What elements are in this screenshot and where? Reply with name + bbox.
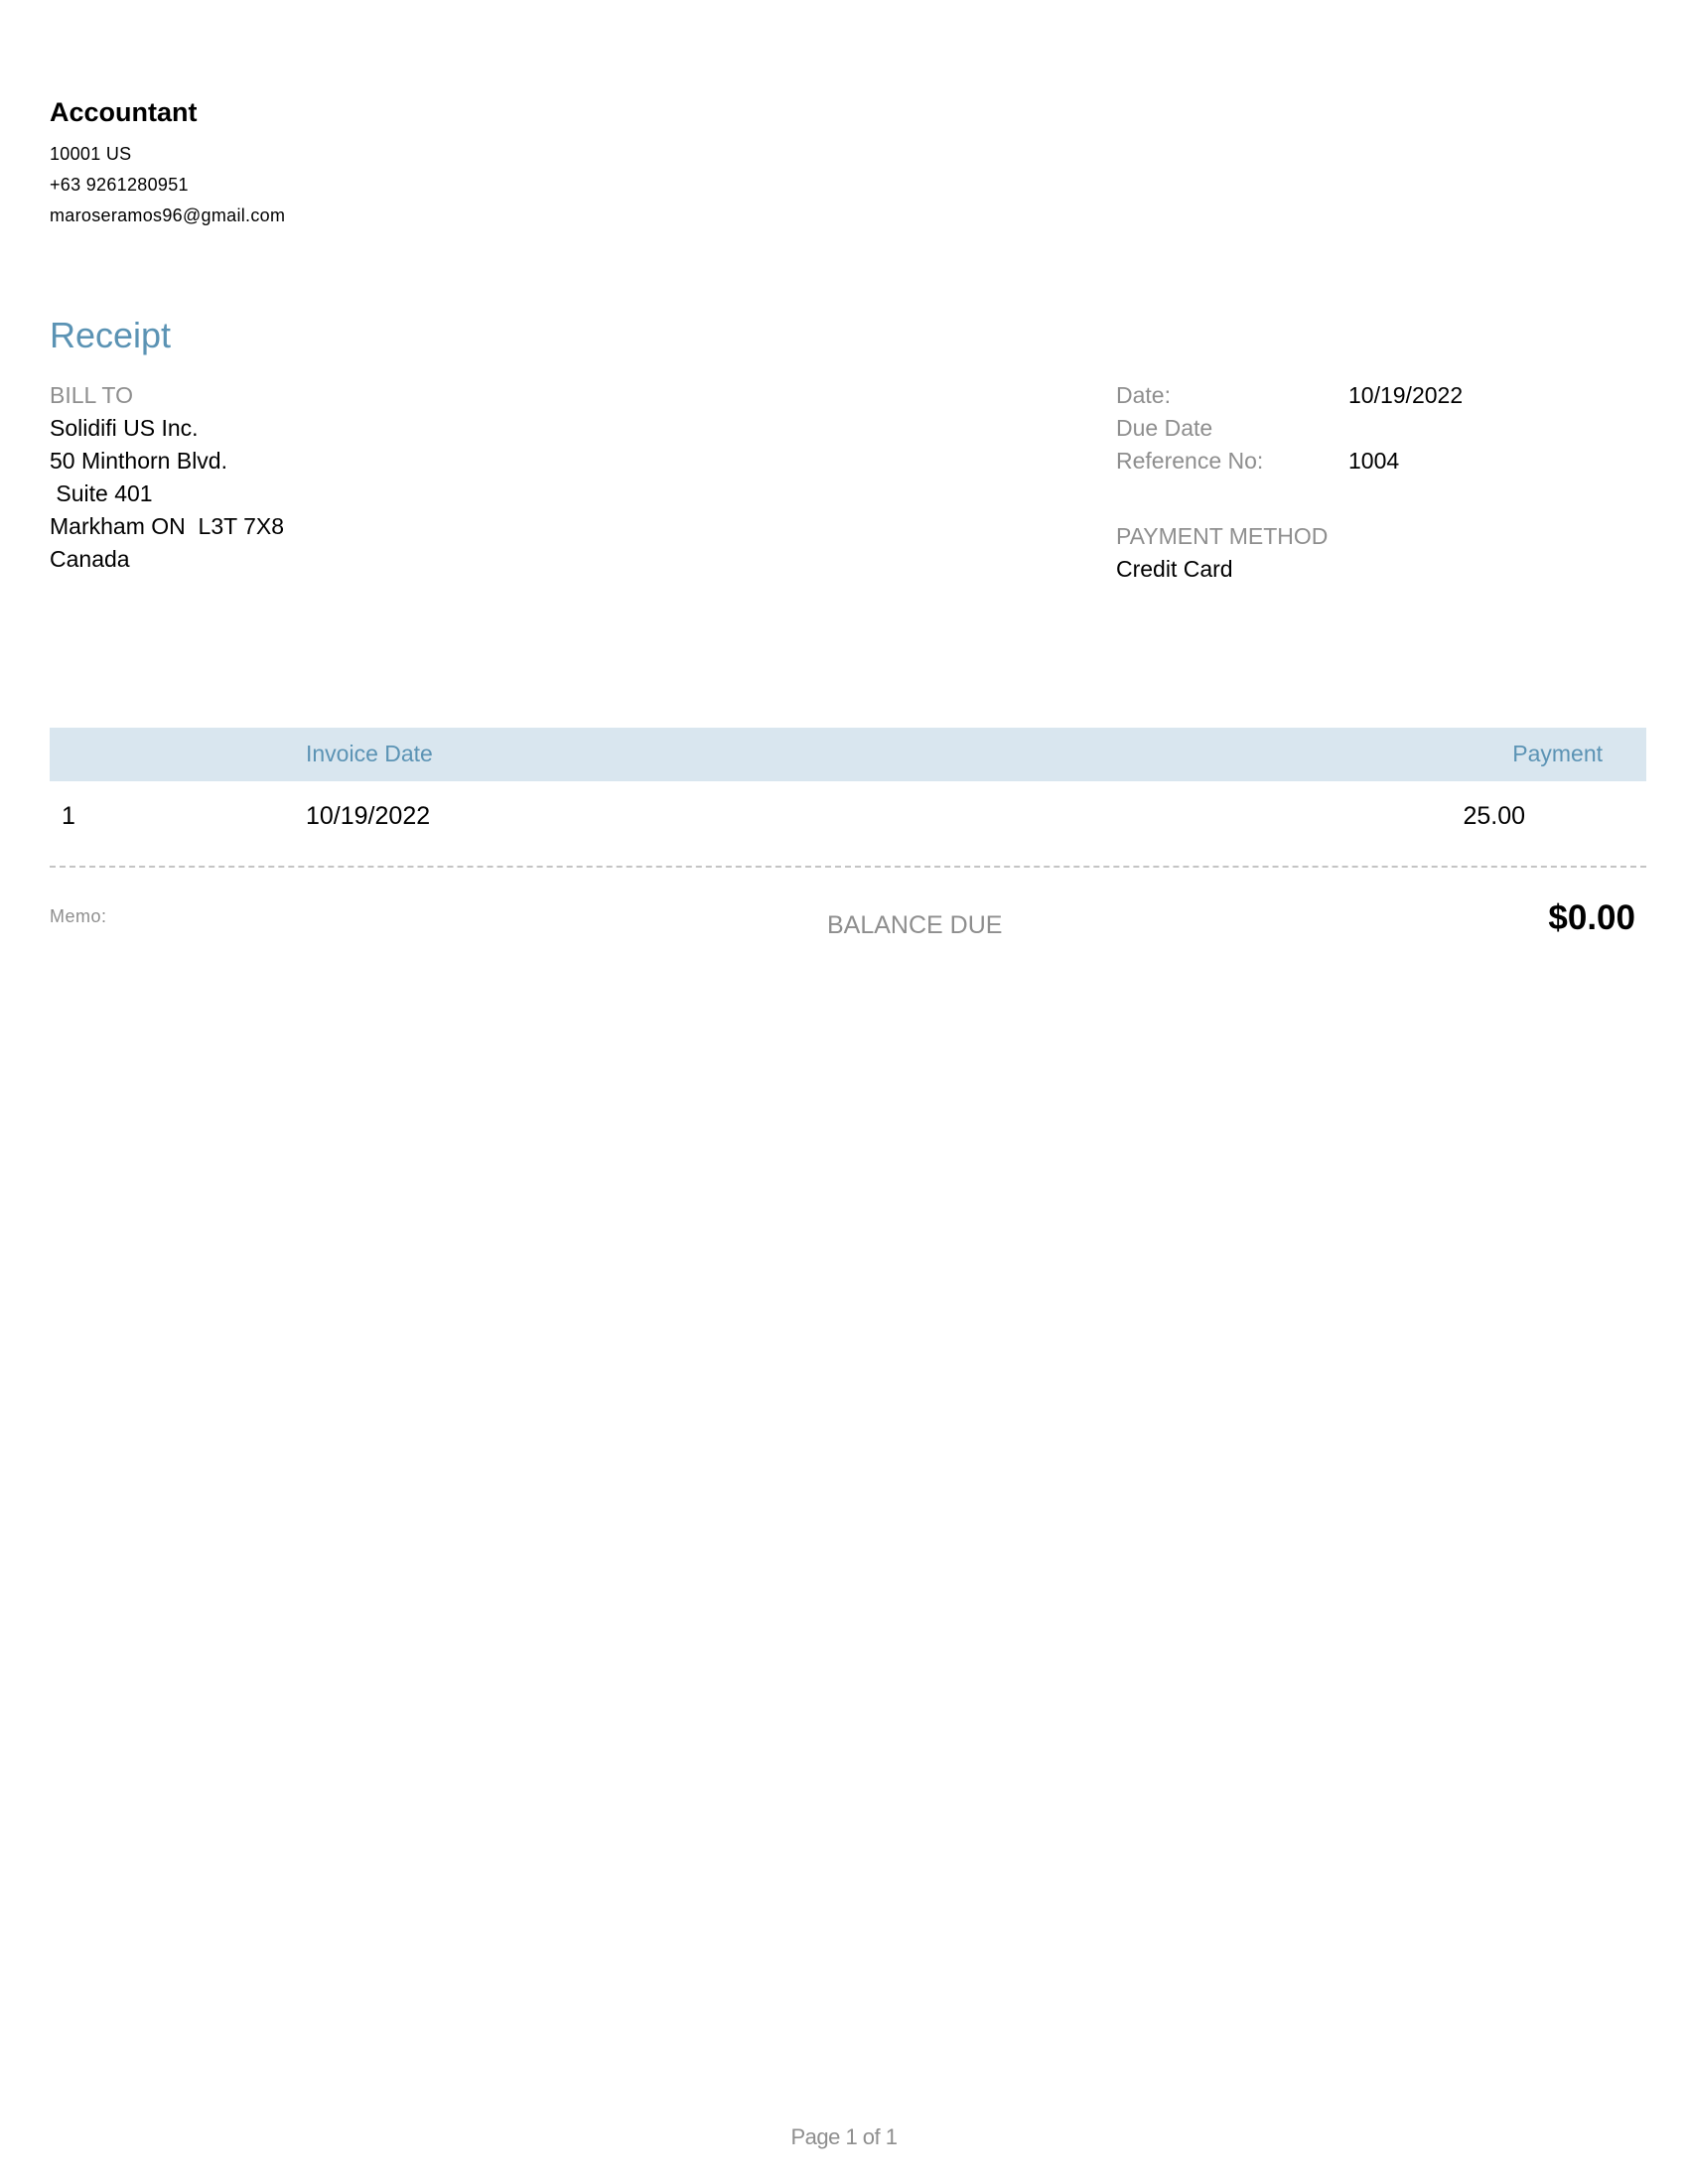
memo-label: Memo: xyxy=(50,906,107,926)
column-header-invoice-date: Invoice Date xyxy=(306,741,433,766)
bill-to-label: BILL TO xyxy=(50,382,133,408)
balance-due-value: $0.00 xyxy=(1548,898,1635,937)
reference-label: Reference No: xyxy=(1116,448,1264,474)
page-indicator: Page 1 of 1 xyxy=(790,2124,898,2149)
table-header xyxy=(50,728,1646,781)
payment-method-label: PAYMENT METHOD xyxy=(1116,523,1329,549)
row-payment: 25.00 xyxy=(1463,802,1525,830)
company-email: maroseramos96@gmail.com xyxy=(50,205,286,225)
bill-to-line: 50 Minthorn Blvd. xyxy=(50,448,227,474)
reference-value: 1004 xyxy=(1348,448,1400,474)
company-name: Accountant xyxy=(50,97,198,127)
bill-to-line: Solidifi US Inc. xyxy=(50,415,199,441)
balance-due-label: BALANCE DUE xyxy=(827,911,1003,939)
company-address: 10001 US xyxy=(50,144,132,164)
divider xyxy=(50,866,1646,868)
bill-to-line: Markham ON L3T 7X8 xyxy=(50,513,285,539)
date-label: Date: xyxy=(1116,382,1171,408)
payment-method-value: Credit Card xyxy=(1116,556,1233,582)
row-invoice-date: 10/19/2022 xyxy=(306,802,431,830)
page-title: Receipt xyxy=(50,315,172,355)
row-number: 1 xyxy=(62,802,75,830)
bill-to-line: Canada xyxy=(50,546,130,572)
column-header-payment: Payment xyxy=(1512,741,1603,766)
bill-to-line: Suite 401 xyxy=(50,480,153,506)
company-phone: +63 9261280951 xyxy=(50,175,189,195)
due-date-label: Due Date xyxy=(1116,415,1213,441)
date-value: 10/19/2022 xyxy=(1348,382,1464,408)
